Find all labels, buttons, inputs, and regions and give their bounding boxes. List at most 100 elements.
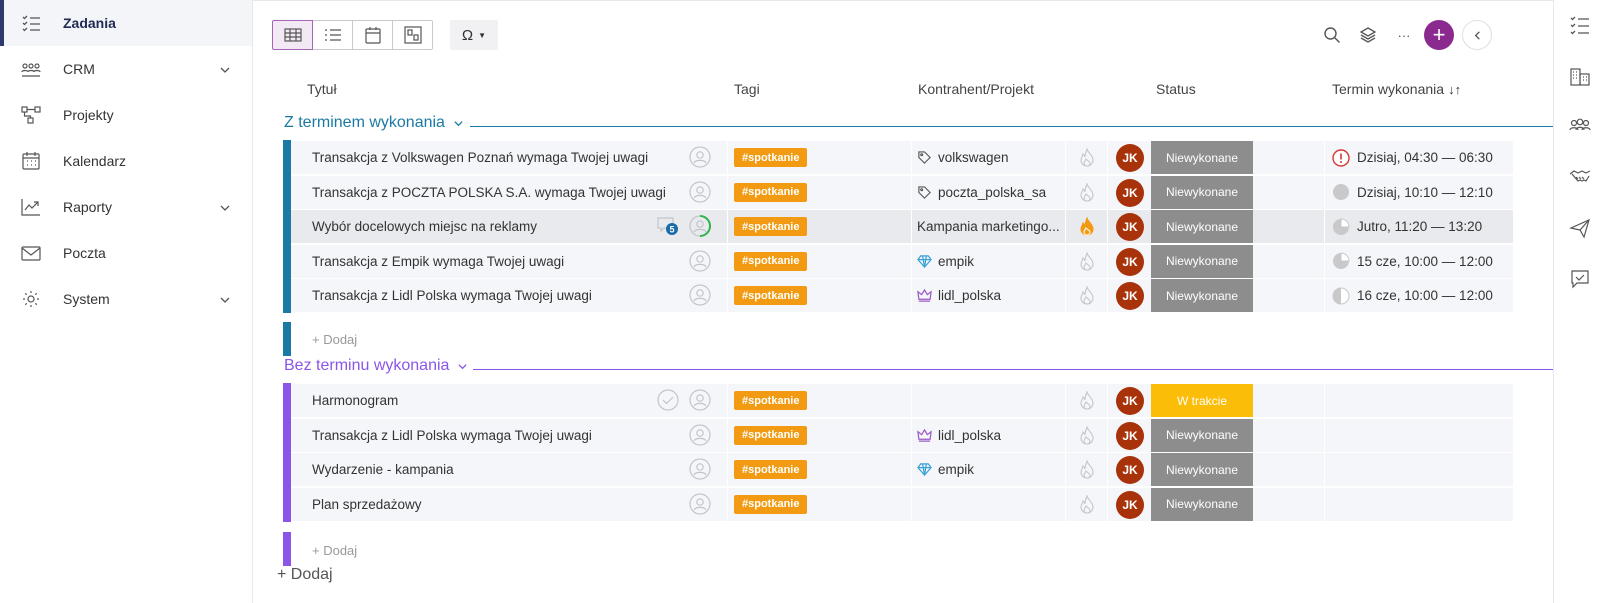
avatar[interactable]: JK [1116, 144, 1144, 172]
send-icon[interactable] [1569, 217, 1591, 239]
table-row[interactable]: Transakcja z POCZTA POLSKA S.A. wymaga T… [283, 174, 1513, 210]
contractor-link[interactable]: empik [917, 245, 974, 278]
avatar[interactable]: JK [1116, 456, 1144, 485]
avatar[interactable]: JK [1116, 178, 1144, 207]
assign-user-icon[interactable] [689, 458, 711, 480]
priority-flame-icon[interactable] [1079, 285, 1095, 306]
status-badge[interactable]: Niewykonane [1151, 418, 1253, 452]
column-header-contractor[interactable]: Kontrahent/Projekt [918, 81, 1034, 97]
task-title[interactable]: Wydarzenie - kampania [312, 453, 454, 486]
assign-user-icon[interactable] [689, 284, 711, 306]
chat-check-icon[interactable] [1569, 268, 1591, 290]
tag-badge[interactable]: #spotkanie [734, 148, 808, 167]
group-header[interactable]: Z terminem wykonania [284, 114, 464, 132]
due-date[interactable]: Jutro, 11:20 — 13:20 [1332, 210, 1482, 243]
tag-badge[interactable]: #spotkanie [734, 182, 808, 202]
priority-flame-icon[interactable] [1079, 493, 1095, 515]
table-row[interactable]: Transakcja z Empik wymaga Twojej uwagi #s… [283, 243, 1513, 279]
contractor-link[interactable]: poczta_polska_sa [917, 176, 1046, 209]
assign-user-icon[interactable] [689, 423, 711, 446]
calendar-view-button[interactable] [352, 20, 393, 50]
collapse-button[interactable] [1462, 20, 1492, 50]
contractor-link[interactable]: Kampania marketingo... [917, 210, 1060, 243]
sidebar-item-zadania[interactable]: Zadania [0, 0, 252, 46]
progress-user-icon[interactable] [689, 215, 711, 238]
priority-flame-icon[interactable] [1079, 459, 1095, 480]
status-badge[interactable]: W trakcie [1151, 384, 1253, 417]
assign-user-icon[interactable] [689, 493, 711, 515]
more-button[interactable]: ··· [1393, 24, 1415, 46]
buildings-icon[interactable] [1569, 65, 1591, 87]
tag-badge[interactable]: #spotkanie [734, 391, 808, 410]
column-header-title[interactable]: Tytuł [307, 81, 337, 97]
status-badge[interactable]: Niewykonane [1151, 279, 1253, 313]
layers-button[interactable] [1357, 24, 1379, 46]
group-header[interactable]: Bez terminu wykonania [284, 357, 468, 375]
table-view-button[interactable] [272, 20, 313, 50]
task-title[interactable]: Transakcja z Lidl Polska wymaga Twojej u… [312, 419, 592, 452]
table-row[interactable]: Transakcja z Volkswagen Poznań wymaga Tw… [283, 140, 1513, 175]
avatar[interactable]: JK [1116, 213, 1144, 242]
priority-flame-icon[interactable] [1079, 216, 1095, 237]
tag-badge[interactable]: #spotkanie [734, 217, 808, 237]
task-title[interactable]: Transakcja z Lidl Polska wymaga Twojej u… [312, 279, 592, 312]
assign-user-icon[interactable] [689, 250, 711, 272]
contractor-link[interactable]: empik [917, 453, 974, 486]
contractor-link[interactable]: volkswagen [917, 141, 1009, 174]
check-circle-icon[interactable] [657, 389, 679, 411]
table-row[interactable]: Harmonogram #spotkanie JK W trakcie [283, 383, 1513, 418]
search-button[interactable] [1321, 24, 1343, 46]
sidebar-item-projekty[interactable]: Projekty [0, 92, 252, 138]
task-title[interactable]: Transakcja z POCZTA POLSKA S.A. wymaga T… [312, 176, 666, 209]
tag-badge[interactable]: #spotkanie [734, 494, 808, 514]
table-row[interactable]: Wybór docelowych miejsc na reklamy 5 #spot… [283, 209, 1513, 245]
people-icon[interactable] [1569, 115, 1591, 137]
status-badge[interactable]: Niewykonane [1151, 487, 1253, 521]
sidebar-item-system[interactable]: System [0, 276, 252, 322]
contractor-link[interactable]: lidl_polska [917, 279, 1001, 312]
assign-user-icon[interactable] [689, 389, 711, 411]
column-header-status[interactable]: Status [1156, 81, 1196, 97]
sidebar-item-kalendarz[interactable]: Kalendarz [0, 138, 252, 184]
assign-user-icon[interactable] [689, 180, 711, 203]
column-header-tags[interactable]: Tagi [734, 81, 760, 97]
tag-badge[interactable]: #spotkanie [734, 286, 808, 306]
task-title[interactable]: Transakcja z Empik wymaga Twojej uwagi [312, 245, 564, 278]
omega-dropdown[interactable]: Ω ▼ [450, 20, 498, 50]
column-header-due[interactable]: Termin wykonania ↓↑ [1332, 81, 1461, 97]
sort-icon[interactable]: ↓↑ [1448, 82, 1461, 97]
avatar[interactable]: JK [1116, 421, 1144, 450]
contractor-link[interactable]: lidl_polska [917, 419, 1001, 452]
tag-badge[interactable]: #spotkanie [734, 425, 808, 445]
priority-flame-icon[interactable] [1079, 250, 1095, 272]
task-title[interactable]: Harmonogram [312, 384, 398, 417]
list-view-button[interactable] [312, 20, 353, 50]
status-badge[interactable]: Niewykonane [1151, 244, 1253, 278]
status-badge[interactable]: Niewykonane [1151, 175, 1253, 209]
priority-flame-icon[interactable] [1079, 390, 1095, 411]
avatar[interactable]: JK [1116, 387, 1144, 415]
status-badge[interactable]: Niewykonane [1151, 210, 1253, 244]
avatar[interactable]: JK [1116, 490, 1144, 519]
due-date[interactable]: 15 cze, 10:00 — 12:00 [1332, 245, 1493, 278]
task-title[interactable]: Transakcja z Volkswagen Poznań wymaga Tw… [312, 141, 648, 174]
assign-user-icon[interactable] [689, 146, 711, 168]
add-task-button[interactable]: + Dodaj [277, 566, 333, 584]
status-badge[interactable]: Niewykonane [1151, 453, 1253, 487]
table-row[interactable]: Wydarzenie - kampania #spotkanie empik JK Ni… [283, 452, 1513, 488]
board-view-button[interactable] [392, 20, 433, 50]
task-title[interactable]: Wybór docelowych miejsc na reklamy [312, 210, 537, 243]
sidebar-item-poczta[interactable]: Poczta [0, 230, 252, 276]
due-date[interactable]: Dzisiaj, 10:10 — 12:10 [1332, 176, 1493, 209]
tag-badge[interactable]: #spotkanie [734, 251, 808, 271]
avatar[interactable]: JK [1116, 282, 1144, 311]
status-badge[interactable]: Niewykonane [1151, 141, 1253, 174]
priority-flame-icon[interactable] [1079, 424, 1095, 446]
tag-badge[interactable]: #spotkanie [734, 460, 808, 480]
add-row-button[interactable]: + Dodaj [312, 332, 357, 347]
table-row[interactable]: Transakcja z Lidl Polska wymaga Twojej u… [283, 278, 1513, 314]
table-row[interactable]: Transakcja z Lidl Polska wymaga Twojej u… [283, 417, 1513, 453]
sidebar-item-crm[interactable]: CRM [0, 46, 252, 92]
task-title[interactable]: Plan sprzedażowy [312, 488, 422, 521]
due-date[interactable]: Dzisiaj, 04:30 — 06:30 [1332, 141, 1493, 174]
